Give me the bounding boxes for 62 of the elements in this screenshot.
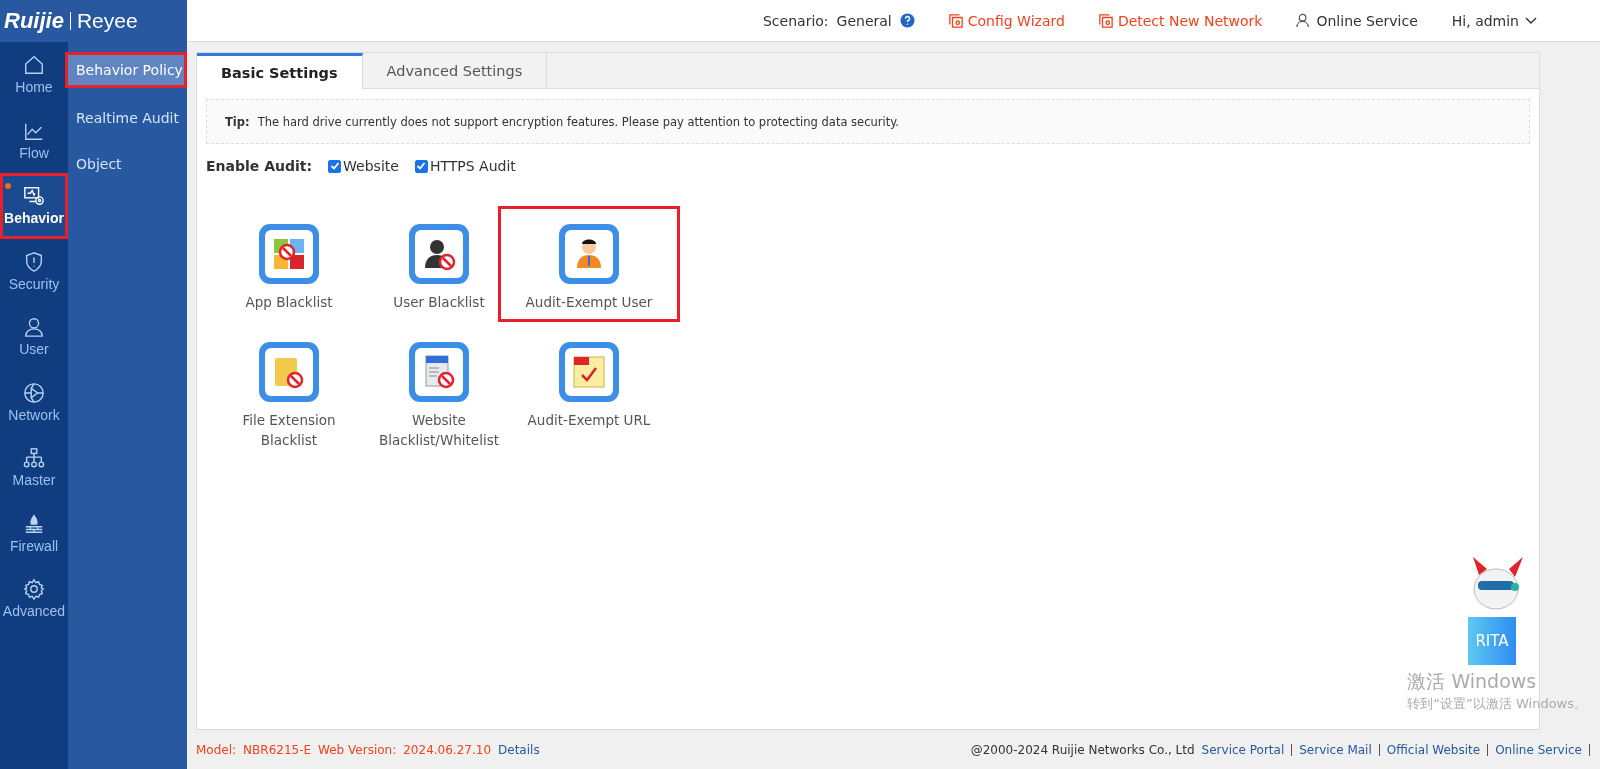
- footer-link[interactable]: Service Mail: [1299, 742, 1372, 757]
- footer-link[interactable]: Service Portal: [1201, 742, 1285, 757]
- model-value: NBR6215-E: [243, 742, 312, 757]
- blocked-apps-icon: [265, 230, 313, 278]
- tab[interactable]: Advanced Settings: [362, 53, 548, 88]
- version-label: Web Version:: [318, 742, 397, 757]
- monitor-eye-icon: [23, 185, 45, 208]
- scenario-value: General: [836, 12, 892, 29]
- blocked-webpage-icon: [415, 348, 463, 396]
- nav-item[interactable]: Firewall: [0, 500, 68, 566]
- tab[interactable]: Basic Settings: [197, 53, 363, 89]
- nav-item[interactable]: Master: [0, 435, 68, 501]
- version-value: 2024.06.27.10: [403, 742, 492, 757]
- help-icon[interactable]: [899, 13, 915, 28]
- user-icon: [23, 316, 45, 339]
- approved-url-note-icon: [565, 348, 613, 396]
- submenu-item[interactable]: Behavior Policy: [68, 55, 184, 85]
- blocked-user-icon: [415, 230, 463, 278]
- submenu-item[interactable]: Realtime Audit: [68, 97, 187, 139]
- scenario-label: Scenario:: [763, 12, 829, 29]
- person-icon: [1296, 13, 1312, 28]
- checkmark-icon: [329, 161, 340, 171]
- audit-checkbox[interactable]: HTTPS Audit: [414, 158, 516, 174]
- detect-network-link[interactable]: Detect New Network: [1098, 12, 1263, 29]
- submenu-item[interactable]: Object: [68, 143, 187, 185]
- person-icon: [565, 230, 613, 278]
- window-gear-icon: [1098, 13, 1113, 28]
- tip-label: Tip:: [225, 114, 250, 129]
- tip-text: The hard drive currently does not support encryption features. Please pay attention to protecting data security.: [257, 114, 900, 129]
- feature-tile[interactable]: App Blacklist: [214, 208, 364, 320]
- nav-item[interactable]: Flow: [0, 107, 68, 173]
- nav-item[interactable]: Advanced: [0, 566, 68, 632]
- copyright-text: @2000-2024 Ruijie Networks Co., Ltd: [970, 742, 1195, 757]
- firewall-icon: [23, 512, 45, 535]
- footer-link[interactable]: Online Service: [1495, 742, 1582, 757]
- globe-icon: [23, 381, 45, 404]
- brand-logo: Ruijie Reyee: [0, 0, 187, 42]
- nav-item[interactable]: Home: [0, 42, 68, 108]
- nav-item[interactable]: Security: [0, 238, 68, 304]
- model-label: Model:: [196, 742, 237, 757]
- config-wizard-link[interactable]: Config Wizard: [948, 12, 1065, 29]
- checkmark-icon: [416, 161, 427, 171]
- nav-item[interactable]: User: [0, 304, 68, 370]
- activation-notice-text: 转到“设置”以激活 Windows。: [1407, 695, 1587, 713]
- feature-tile[interactable]: File Extension Blacklist: [214, 326, 364, 458]
- settings-icon: [23, 578, 45, 601]
- home-icon: [23, 54, 45, 77]
- activation-notice-title: 激活 Windows: [1407, 669, 1538, 694]
- feature-tile[interactable]: Audit-Exempt URL: [514, 326, 664, 458]
- nav-item[interactable]: Network: [0, 369, 68, 435]
- shield-icon: [23, 250, 45, 273]
- nav-item[interactable]: Behavior: [0, 173, 68, 239]
- window-gear-icon: [948, 13, 963, 28]
- footer-link[interactable]: Official Website: [1386, 742, 1481, 757]
- hierarchy-icon: [23, 447, 45, 470]
- details-link[interactable]: Details: [498, 742, 540, 757]
- blocked-file-icon: [265, 348, 313, 396]
- user-menu[interactable]: Hi, admin: [1451, 12, 1538, 29]
- enable-audit-label: Enable Audit:: [206, 158, 313, 174]
- feature-tile[interactable]: Website Blacklist/Whitelist: [364, 326, 514, 458]
- audit-checkbox[interactable]: Website: [328, 158, 399, 174]
- online-service-link[interactable]: Online Service: [1296, 12, 1418, 29]
